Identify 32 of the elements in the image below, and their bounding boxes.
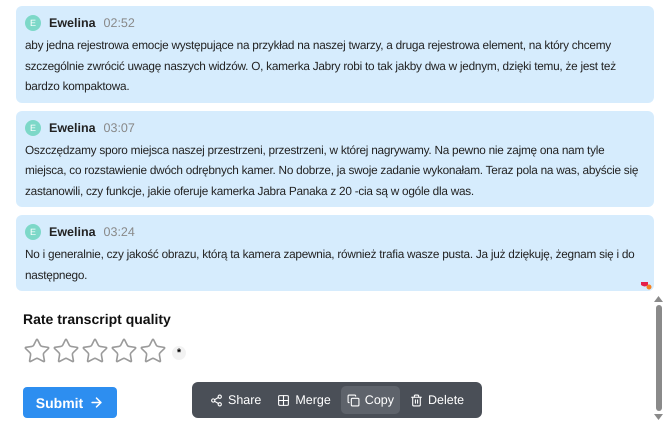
rating-title: Rate transcript quality [23,311,172,327]
star-icon[interactable] [139,337,167,365]
toolbar-button[interactable]: Share [204,386,268,414]
star-icon[interactable] [81,337,109,365]
trash-icon [410,394,423,406]
arrow-right-icon [89,395,104,410]
star-icon[interactable] [110,337,138,365]
avatar: E [25,224,41,240]
transcript-text: Oszczędzamy sporo miejsca naszej przestrzeni, przestrzeni, w której nagrywamy. Na pewno nie zajmę ona nam tyle miejsca, co rozstawienie dwóch odrębnych kamer. No dobrze, ja swoje zadanie wykonałam. Teraz pola na was, abyście się zastanowili, czy funkcje, jakie oferuje kamerka Jabra Panaka z 20 -cia są w ogóle dla was. [25,142,640,200]
timestamp: 03:07 [104,120,135,134]
timestamp: 03:24 [104,225,135,239]
scroll-down-icon[interactable] [654,414,663,420]
share-icon [210,394,223,406]
required-mark: * [172,346,186,360]
star-icon[interactable] [52,337,80,365]
scroll-up-icon[interactable] [654,296,663,302]
transcript-text: No i generalnie, czy jakość obrazu, którą ta kamera zapewnia, również trafia wasze pusta. Ja już dziękuję, żegnam się i do następnego. [25,246,636,284]
transcript-text: aby jedna rejestrowa emocje występujące na przykład na naszej twarzy, a druga rejestrowa element, na który chcemy szczególnie zwrócić uwagę naszych widzów. O, kamerka Jabry robi to tak jakby dwa w jednym, dzięki temu, że jest też bardzo kompaktowa. [25,37,617,95]
speaker-name: Ewelina [49,120,96,134]
speaker-name: Ewelina [49,16,96,30]
scrollbar-thumb[interactable] [656,305,662,411]
notification-dot-icon [641,282,652,290]
merge-icon [277,394,290,406]
timestamp: 02:52 [104,16,135,30]
toolbar-button[interactable]: Delete [404,386,470,414]
toolbar-button[interactable]: Merge [271,386,337,414]
speaker-name: Ewelina [49,225,96,239]
avatar: E [25,15,41,31]
toolbar-button[interactable]: Copy [340,386,400,414]
avatar: E [25,120,41,136]
copy-icon [346,394,360,406]
star-icon[interactable] [23,337,51,365]
